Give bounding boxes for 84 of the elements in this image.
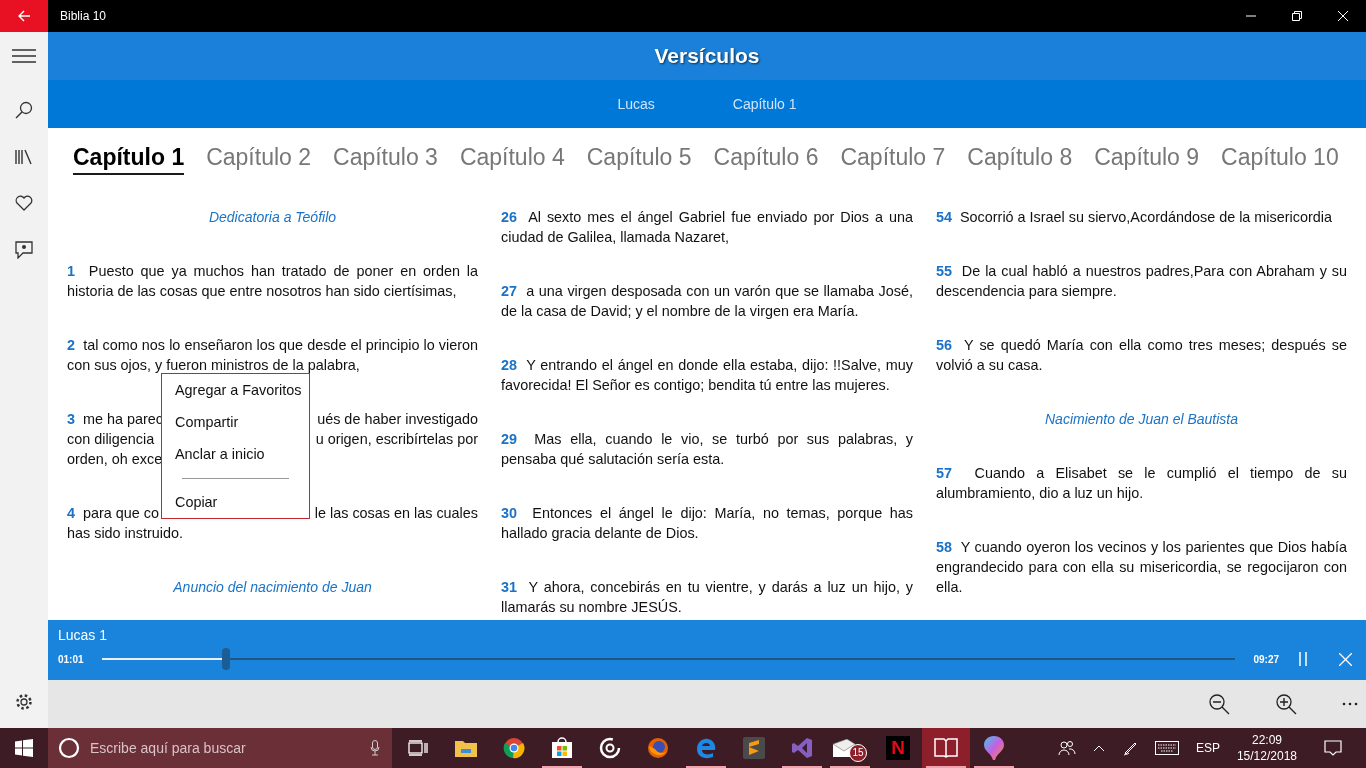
pen-icon[interactable] [1121,740,1138,756]
chapter-tab[interactable]: Capítulo 2 [206,143,312,175]
zoom-in-icon[interactable] [1275,693,1297,715]
verse-text: orden, oh exce [67,450,163,469]
browser-icon[interactable] [503,737,525,759]
verse-text: con diligencia [67,430,155,449]
chapter-tab[interactable]: Capítulo 3 [333,143,438,175]
verse-text: 58 Y cuando oyeron los vecinos y los parientes que Dios había engrandecido para con ella su misericordia, se regocijaron con ella. [936,538,1347,597]
menu-item[interactable]: Copiar [162,486,309,518]
shopping-bag-icon[interactable] [551,737,573,759]
edge-browser-icon[interactable] [695,737,717,759]
clock-date[interactable]: 15/12/2018 [1236,748,1297,764]
section-heading: Anuncio del nacimiento de Juan [172,578,373,597]
chapter-tab[interactable]: Capítulo 9 [1094,143,1200,175]
close-icon[interactable] [1338,11,1348,21]
verse-text: u origen, escribírtelas por [315,430,478,449]
breadcrumb-link[interactable]: Capítulo 1 [732,96,797,112]
pause-icon[interactable] [1299,652,1307,666]
verse-text: 28 Y entrando el ángel en donde ella estaba, dijo: !!Salve, muy favorecida! El Señor es contigo; bendita tú entre las mujeres. [501,356,913,395]
notifications-icon[interactable] [1324,740,1342,756]
chapter-tab[interactable]: Capítulo 4 [459,143,565,175]
menu-icon[interactable] [12,49,36,63]
chapter-tab[interactable]: Capítulo 1 [73,143,185,175]
more-icon[interactable] [1342,702,1358,706]
chapter-tab[interactable]: Capítulo 5 [586,143,692,175]
open-book-icon[interactable] [934,738,958,758]
restore-icon[interactable] [1292,11,1302,21]
search-icon[interactable] [15,101,33,119]
section-heading: Nacimiento de Juan el Bautista [1044,410,1239,429]
verse-text: has sido instruido. [67,524,183,543]
total-time: 09:27 [1253,653,1279,665]
heart-icon[interactable] [15,195,33,211]
breadcrumb-link[interactable]: Lucas [617,96,655,112]
verse-text: 55 De la cual habló a nuestros padres,Para con Abraham y su descendencia para siempre. [936,262,1347,301]
menu-item[interactable]: Agregar a Favoritos [162,374,309,406]
back-arrow-icon [17,9,31,23]
page-title: Versículos [654,44,760,68]
window-title: Biblia 10 [60,9,107,23]
verse-text: 2 tal como nos lo enseñaron los que desde el principio lo vieron con sus ojos, y fueron ministros de la palabra, [67,336,478,375]
language-indicator[interactable]: ESP [1195,741,1220,755]
fox-globe-icon[interactable] [647,737,669,759]
menu-item[interactable]: Anclar a inicio [162,438,309,470]
people-icon[interactable] [1057,740,1076,756]
section-heading: Dedicatoria a Teófilo [207,208,338,227]
verse-text: 31 Y ahora, concebirás en tu vientre, y darás a luz un hijo, y llamarás su nombre JESÚS. [501,578,913,617]
track-title: Lucas 1 [58,627,108,643]
editor-icon[interactable] [743,737,765,759]
app-tile[interactable]: N [886,736,910,760]
verse-text: 26 Al sexto mes el ángel Gabriel fue enviado por Dios a una ciudad de Galilea, llamada Nazaret, [501,208,913,247]
menu-item[interactable]: Compartir [162,406,309,438]
chat-icon[interactable] [15,241,33,259]
verse-text: 30 Entonces el ángel le dijo: María, no temas, porque has hallado gracia delante de Dios. [501,504,913,543]
verse-text: 54 Socorrió a Israel su siervo,Acordándose de la misericordia [936,208,1333,227]
verse-text: 57 Cuando a Elisabet se le cumplió el tiempo de su alumbramiento, dio a luz un hijo. [936,464,1347,503]
disc-icon[interactable] [599,737,621,759]
notification-badge: 15 [849,744,867,762]
elapsed-time: 01:01 [58,653,84,665]
cortana-icon [58,737,80,759]
chapter-tab[interactable]: Capítulo 6 [713,143,819,175]
task-view-icon[interactable] [408,740,428,756]
verse-text: 29 Mas ella, cuando le vio, se turbó por sus palabras, y pensaba qué salutación sería esta. [501,430,913,469]
search-field[interactable]: Escribe aquí para buscar [48,728,392,768]
chapter-tab[interactable]: Capítulo 8 [967,143,1073,175]
slider-thumb[interactable] [222,648,231,670]
chapter-tab[interactable]: Capítulo 10 [1221,143,1339,175]
verse-text: le las cosas en las cuales [314,504,478,523]
ide-icon[interactable] [791,737,813,759]
paint-drop-icon[interactable] [984,736,1004,760]
settings-icon[interactable] [15,693,33,711]
clock-time[interactable]: 22:09 [1251,732,1282,748]
books-icon[interactable] [15,149,33,165]
zoom-out-icon[interactable] [1208,693,1230,715]
chapter-tab[interactable]: Capítulo 7 [840,143,946,175]
verse-text: 4 para que co [67,504,159,523]
verse-text: 56 Y se quedó María con ella como tres meses; después se volvió a su casa. [936,336,1347,375]
keyboard-icon[interactable] [1154,741,1179,755]
verse-text: 27 a una virgen desposada con un varón que se llamaba José, de la casa de David; y el nombre de la virgen era María. [501,282,913,321]
chevron-up-icon[interactable] [1092,744,1105,752]
start-icon[interactable] [15,739,33,757]
folder-icon[interactable] [455,739,477,757]
verse-text: 3 me ha parec [67,410,163,429]
verse-text: 1 Puesto que ya muchos han tratado de poner en orden la historia de las cosas que entre nosotros han sido ciertísimas, [67,262,478,301]
verse-text: ués de haber investigado [317,410,478,429]
microphone-icon[interactable] [370,740,380,756]
